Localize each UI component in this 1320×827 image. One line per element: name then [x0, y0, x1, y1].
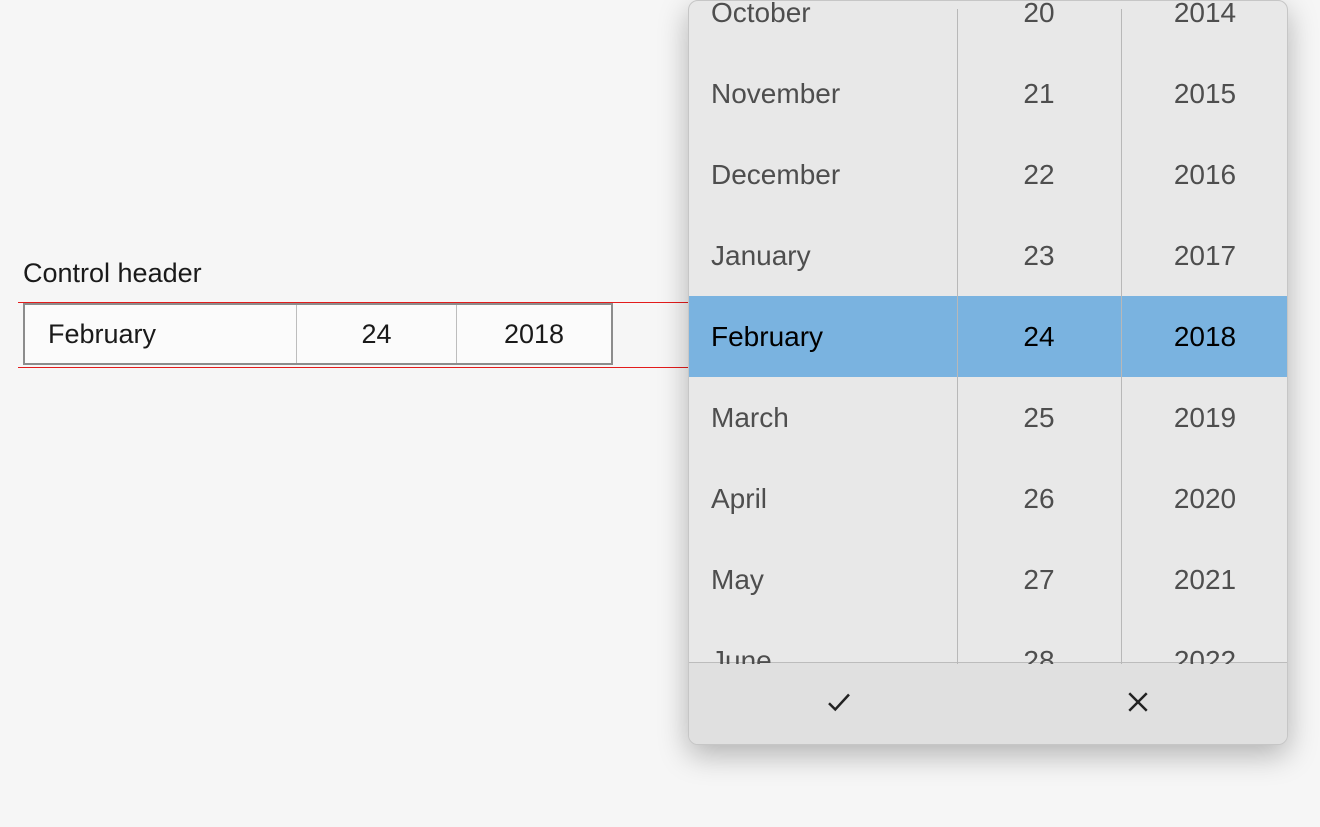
year-option[interactable]: 2014	[1121, 1, 1287, 53]
year-option[interactable]: 2018	[1121, 296, 1287, 377]
month-option[interactable]: April	[689, 458, 957, 539]
day-option[interactable]: 23	[957, 215, 1121, 296]
accept-button[interactable]	[689, 663, 988, 744]
year-option[interactable]: 2020	[1121, 458, 1287, 539]
day-option[interactable]: 24	[957, 296, 1121, 377]
month-option[interactable]: June	[689, 620, 957, 664]
month-option[interactable]: January	[689, 215, 957, 296]
day-option[interactable]: 20	[957, 1, 1121, 53]
month-spinner[interactable]: OctoberNovemberDecemberJanuaryFebruaryMa…	[689, 1, 957, 664]
alignment-guide-bottom	[18, 367, 688, 368]
date-picker-day-segment[interactable]: 24	[297, 305, 457, 363]
date-picker-flyout: OctoberNovemberDecemberJanuaryFebruaryMa…	[688, 0, 1288, 745]
month-option[interactable]: February	[689, 296, 957, 377]
day-option[interactable]: 27	[957, 539, 1121, 620]
month-option[interactable]: December	[689, 134, 957, 215]
year-option[interactable]: 2016	[1121, 134, 1287, 215]
day-spinner[interactable]: 202122232425262728	[957, 1, 1121, 664]
alignment-guide-top	[18, 302, 688, 303]
day-option[interactable]: 25	[957, 377, 1121, 458]
year-option[interactable]: 2017	[1121, 215, 1287, 296]
date-picker-header: Control header	[23, 258, 202, 289]
day-option[interactable]: 22	[957, 134, 1121, 215]
year-option[interactable]: 2022	[1121, 620, 1287, 664]
day-option[interactable]: 28	[957, 620, 1121, 664]
month-option[interactable]: March	[689, 377, 957, 458]
month-option[interactable]: May	[689, 539, 957, 620]
date-picker-year-segment[interactable]: 2018	[457, 305, 611, 363]
day-option[interactable]: 26	[957, 458, 1121, 539]
date-picker-month-segment[interactable]: February	[25, 305, 297, 363]
flyout-command-bar	[689, 662, 1287, 744]
column-divider	[1121, 9, 1122, 664]
day-option[interactable]: 21	[957, 53, 1121, 134]
year-spinner[interactable]: 201420152016201720182019202020212022	[1121, 1, 1287, 664]
date-picker-field[interactable]: February 24 2018	[23, 303, 613, 365]
cancel-button[interactable]	[988, 663, 1287, 744]
month-option[interactable]: November	[689, 53, 957, 134]
check-icon	[824, 687, 854, 720]
year-option[interactable]: 2019	[1121, 377, 1287, 458]
year-option[interactable]: 2021	[1121, 539, 1287, 620]
close-icon	[1123, 687, 1153, 720]
month-option[interactable]: October	[689, 1, 957, 53]
column-divider	[957, 9, 958, 664]
year-option[interactable]: 2015	[1121, 53, 1287, 134]
date-picker-spinner: OctoberNovemberDecemberJanuaryFebruaryMa…	[689, 1, 1287, 664]
